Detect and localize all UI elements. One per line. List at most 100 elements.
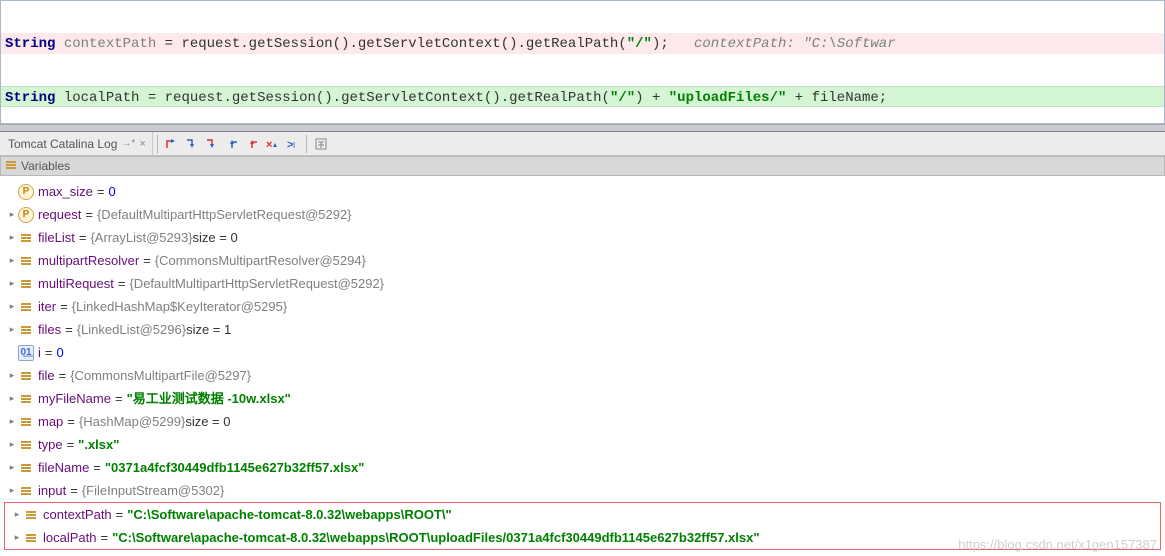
expand-arrow-icon[interactable]: ▸ bbox=[11, 503, 23, 526]
expand-arrow-icon[interactable]: ▸ bbox=[6, 387, 18, 410]
field-icon bbox=[18, 391, 34, 407]
horizontal-splitter[interactable] bbox=[0, 124, 1165, 132]
code-line[interactable]: String contextPath = request.getSession(… bbox=[1, 33, 1164, 54]
variable-row[interactable]: ▸ myFileName = "易工业测试数据 -10w.xlsx" bbox=[0, 387, 1165, 410]
variable-row[interactable]: ▸ iter = {LinkedHashMap$KeyIterator@5295… bbox=[0, 295, 1165, 318]
var-name: input bbox=[38, 479, 66, 502]
equals-sign: = bbox=[85, 203, 93, 226]
var-name: contextPath bbox=[43, 503, 112, 526]
variable-row[interactable]: ▸ multipartResolver = {CommonsMultipartR… bbox=[0, 249, 1165, 272]
code-text: + fileName; bbox=[786, 90, 887, 106]
expand-arrow-icon[interactable]: ▸ bbox=[11, 526, 23, 549]
var-name: files bbox=[38, 318, 61, 341]
expand-arrow-icon[interactable]: ▸ bbox=[6, 272, 18, 295]
var-value: {HashMap@5299} bbox=[79, 410, 185, 433]
code-editor[interactable]: String contextPath = request.getSession(… bbox=[0, 0, 1165, 124]
equals-sign: = bbox=[93, 456, 101, 479]
expand-arrow-icon[interactable]: ▸ bbox=[6, 226, 18, 249]
field-icon bbox=[18, 299, 34, 315]
field-icon bbox=[18, 253, 34, 269]
var-value: {FileInputStream@5302} bbox=[82, 479, 225, 502]
equals-sign: = bbox=[67, 410, 75, 433]
expand-arrow-icon[interactable]: ▸ bbox=[6, 364, 18, 387]
var-name: fileList bbox=[38, 226, 75, 249]
equals-sign: = bbox=[60, 295, 68, 318]
step-over-icon[interactable] bbox=[162, 134, 182, 154]
expand-arrow-icon[interactable]: ▸ bbox=[6, 479, 18, 502]
code-line-current[interactable]: String localPath = request.getSession().… bbox=[1, 86, 1164, 107]
equals-sign: = bbox=[118, 272, 126, 295]
var-value: ".xlsx" bbox=[78, 433, 119, 456]
expand-arrow-icon[interactable]: ▸ bbox=[6, 295, 18, 318]
equals-sign: = bbox=[115, 387, 123, 410]
variable-row[interactable]: ▸ P max_size = 0 bbox=[0, 180, 1165, 203]
var-extra: size = 0 bbox=[193, 226, 238, 249]
expand-arrow-icon[interactable]: ▸ bbox=[6, 249, 18, 272]
var-value: {LinkedList@5296} bbox=[77, 318, 186, 341]
field-icon bbox=[18, 437, 34, 453]
variable-row[interactable]: ▸ P request = {DefaultMultipartHttpServl… bbox=[0, 203, 1165, 226]
var-value: 0 bbox=[109, 180, 116, 203]
divider bbox=[306, 135, 307, 153]
var-value: {LinkedHashMap$KeyIterator@5295} bbox=[72, 295, 288, 318]
variable-row[interactable]: ▸ map = {HashMap@5299} size = 0 bbox=[0, 410, 1165, 433]
variables-icon bbox=[5, 159, 17, 174]
close-icon[interactable]: × bbox=[139, 138, 145, 150]
var-name: file bbox=[38, 364, 55, 387]
var-extra: size = 1 bbox=[186, 318, 231, 341]
highlighted-variables-box: ▸ contextPath = "C:\Software\apache-tomc… bbox=[4, 502, 1161, 550]
expand-arrow-icon[interactable]: ▸ bbox=[6, 456, 18, 479]
log-tab[interactable]: Tomcat Catalina Log →* × bbox=[2, 132, 153, 155]
calculator-icon[interactable] bbox=[311, 134, 331, 154]
equals-sign: = bbox=[70, 479, 78, 502]
expand-arrow-icon[interactable]: ▸ bbox=[6, 410, 18, 433]
field-icon bbox=[23, 507, 39, 523]
field-icon bbox=[18, 230, 34, 246]
var-value: {DefaultMultipartHttpServletRequest@5292… bbox=[97, 203, 352, 226]
param-icon: P bbox=[18, 207, 34, 223]
variables-tree[interactable]: ▸ P max_size = 0 ▸ P request = {DefaultM… bbox=[0, 176, 1165, 556]
pin-icon[interactable]: →* bbox=[121, 138, 135, 149]
expand-arrow-icon[interactable]: ▸ bbox=[6, 203, 18, 226]
equals-sign: = bbox=[45, 341, 53, 364]
expand-arrow-icon[interactable]: ▸ bbox=[6, 433, 18, 456]
equals-sign: = bbox=[67, 433, 75, 456]
variable-row[interactable]: ▸ multiRequest = {DefaultMultipartHttpSe… bbox=[0, 272, 1165, 295]
var-name: map bbox=[38, 410, 63, 433]
var-value: "0371a4fcf30449dfb1145e627b32ff57.xlsx" bbox=[105, 456, 365, 479]
var-value: {DefaultMultipartHttpServletRequest@5292… bbox=[129, 272, 384, 295]
step-out-icon[interactable] bbox=[222, 134, 242, 154]
code-text: = request.getSession().getServletContext… bbox=[156, 36, 626, 52]
var-value: {CommonsMultipartResolver@5294} bbox=[155, 249, 366, 272]
variable-row[interactable]: ▸ type = ".xlsx" bbox=[0, 433, 1165, 456]
var-name: fileName bbox=[38, 456, 89, 479]
variable-row[interactable]: ▸ localPath = "C:\Software\apache-tomcat… bbox=[5, 526, 1160, 549]
variable-row[interactable]: ▸ fileList = {ArrayList@5293} size = 0 bbox=[0, 226, 1165, 249]
expand-arrow-icon[interactable]: ▸ bbox=[6, 318, 18, 341]
variable-row[interactable]: ▸ 0͟1 i = 0 bbox=[0, 341, 1165, 364]
equals-sign: = bbox=[116, 503, 124, 526]
equals-sign: = bbox=[65, 318, 73, 341]
debug-toolbar: Tomcat Catalina Log →* × × >I bbox=[0, 132, 1165, 156]
variable-row[interactable]: ▸ input = {FileInputStream@5302} bbox=[0, 479, 1165, 502]
variable-row[interactable]: ▸ fileName = "0371a4fcf30449dfb1145e627b… bbox=[0, 456, 1165, 479]
var-name: myFileName bbox=[38, 387, 111, 410]
evaluate-expression-icon[interactable]: >I bbox=[282, 134, 302, 154]
var-name: localPath bbox=[43, 526, 96, 549]
var-name: multipartResolver bbox=[38, 249, 139, 272]
variables-panel-header[interactable]: Variables bbox=[0, 156, 1165, 176]
variable-row[interactable]: ▸ file = {CommonsMultipartFile@5297} bbox=[0, 364, 1165, 387]
var-name: request bbox=[38, 203, 81, 226]
code-text: = request.getSession().getServletContext… bbox=[139, 90, 609, 106]
equals-sign: = bbox=[97, 180, 105, 203]
var-value: "C:\Software\apache-tomcat-8.0.32\webapp… bbox=[127, 503, 451, 526]
var-name: max_size bbox=[38, 180, 93, 203]
variable-row[interactable]: ▸ contextPath = "C:\Software\apache-tomc… bbox=[5, 503, 1160, 526]
step-into-icon[interactable] bbox=[182, 134, 202, 154]
run-to-cursor-icon[interactable]: × bbox=[262, 134, 282, 154]
force-step-into-icon[interactable] bbox=[202, 134, 222, 154]
field-icon bbox=[18, 322, 34, 338]
svg-text:×: × bbox=[266, 139, 272, 151]
drop-frame-icon[interactable] bbox=[242, 134, 262, 154]
variable-row[interactable]: ▸ files = {LinkedList@5296} size = 1 bbox=[0, 318, 1165, 341]
